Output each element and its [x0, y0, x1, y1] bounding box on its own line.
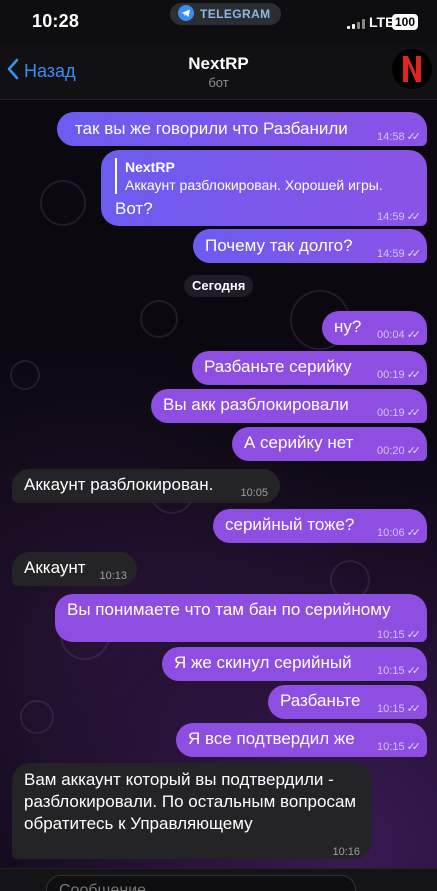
- message-text: Аккаунт разблокирован.: [24, 475, 214, 494]
- reply-author: NextRP: [125, 159, 175, 175]
- telegram-pill[interactable]: TELEGRAM: [170, 3, 281, 25]
- message-time: 10:16: [332, 846, 360, 858]
- message-text: Аккаунт: [24, 558, 86, 577]
- message-outgoing[interactable]: Вы понимаете что там бан по серийному 10…: [55, 594, 427, 642]
- message-outgoing[interactable]: Я все подтвердил же 10:15 ✓✓: [176, 723, 427, 757]
- message-time: 10:15: [377, 629, 405, 641]
- message-time: 10:06: [377, 527, 405, 539]
- reply-quote[interactable]: NextRP Аккаунт разблокирован. Хорошей иг…: [115, 158, 383, 194]
- signal-icon: [347, 19, 365, 29]
- chat-title[interactable]: NextRP: [0, 54, 437, 74]
- message-text: Разбаньте серийку: [204, 357, 352, 376]
- double-check-icon: ✓✓: [406, 741, 422, 753]
- message-time: 10:15: [377, 665, 405, 677]
- logo-n-icon: [403, 56, 421, 82]
- double-check-icon: ✓✓: [406, 665, 422, 677]
- double-check-icon: ✓✓: [406, 211, 422, 223]
- message-incoming[interactable]: Вам аккаунт который вы подтвердили - раз…: [12, 763, 372, 859]
- double-check-icon: ✓✓: [406, 131, 422, 143]
- message-text: Я все подтвердил же: [188, 729, 355, 748]
- message-text: Вот?: [115, 199, 153, 218]
- message-text: так вы же говорили что Разбанили: [75, 119, 348, 138]
- telegram-icon: [178, 4, 194, 24]
- double-check-icon: ✓✓: [406, 407, 422, 419]
- network-type: LTE: [369, 14, 395, 30]
- double-check-icon: ✓✓: [406, 369, 422, 381]
- date-separator: Сегодня: [184, 275, 254, 297]
- chat-header: Назад NextRP бот: [0, 44, 437, 100]
- message-time: 10:15: [377, 741, 405, 753]
- avatar[interactable]: [392, 49, 432, 89]
- message-time: 10:13: [99, 570, 127, 582]
- message-text: Вы понимаете что там бан по серийному: [67, 600, 391, 619]
- message-incoming[interactable]: Аккаунт 10:13: [12, 552, 137, 586]
- message-outgoing-reply[interactable]: NextRP Аккаунт разблокирован. Хорошей иг…: [101, 150, 427, 226]
- message-time: 14:58: [377, 131, 405, 143]
- message-outgoing[interactable]: Я же скинул серийный 10:15 ✓✓: [162, 647, 427, 681]
- double-check-icon: ✓✓: [406, 445, 422, 457]
- message-time: 00:19: [377, 369, 405, 381]
- message-text: Вам аккаунт который вы подтвердили - раз…: [24, 770, 357, 833]
- double-check-icon: ✓✓: [406, 248, 422, 260]
- message-outgoing[interactable]: Вы акк разблокировали 00:19 ✓✓: [151, 389, 427, 423]
- message-outgoing[interactable]: А серийку нет 00:20 ✓✓: [232, 427, 427, 461]
- message-text: Вы акк разблокировали: [163, 395, 349, 414]
- message-outgoing[interactable]: Почему так долго? 14:59 ✓✓: [193, 229, 427, 263]
- double-check-icon: ✓✓: [406, 703, 422, 715]
- message-time: 00:19: [377, 407, 405, 419]
- double-check-icon: ✓✓: [406, 527, 422, 539]
- message-time: 14:59: [377, 211, 405, 223]
- message-text: серийный тоже?: [225, 515, 355, 534]
- status-time: 10:28: [32, 11, 80, 31]
- message-text: Почему так долго?: [205, 236, 353, 255]
- message-outgoing[interactable]: Разбаньте серийку 00:19 ✓✓: [192, 351, 427, 385]
- message-time: 00:20: [377, 445, 405, 457]
- chat-subtitle: бот: [208, 75, 229, 90]
- message-text: Разбаньте: [280, 691, 361, 710]
- message-outgoing[interactable]: серийный тоже? 10:06 ✓✓: [213, 509, 427, 543]
- message-text: А серийку нет: [244, 433, 354, 452]
- message-time: 10:15: [377, 703, 405, 715]
- message-time: 00:04: [377, 329, 405, 341]
- message-outgoing[interactable]: Разбаньте 10:15 ✓✓: [268, 685, 427, 719]
- double-check-icon: ✓✓: [406, 629, 422, 641]
- battery-level: 100: [392, 14, 419, 30]
- message-outgoing[interactable]: ну? 00:04 ✓✓: [322, 311, 427, 345]
- status-bar: 10:28 TELEGRAM LTE 100: [0, 0, 437, 44]
- message-input-bar: Сообщение: [0, 868, 437, 891]
- message-text: Я же скинул серийный: [174, 653, 352, 672]
- message-text: ну?: [334, 317, 362, 336]
- message-input[interactable]: Сообщение: [46, 875, 356, 891]
- reply-text: Аккаунт разблокирован. Хорошей игры.: [125, 177, 383, 193]
- message-time: 14:59: [377, 248, 405, 260]
- message-incoming[interactable]: Аккаунт разблокирован. 10:05: [12, 469, 280, 503]
- double-check-icon: ✓✓: [406, 329, 422, 341]
- message-outgoing[interactable]: так вы же говорили что Разбанили 14:58 ✓✓: [57, 112, 427, 146]
- message-time: 10:05: [240, 487, 268, 499]
- telegram-pill-label: TELEGRAM: [200, 7, 271, 21]
